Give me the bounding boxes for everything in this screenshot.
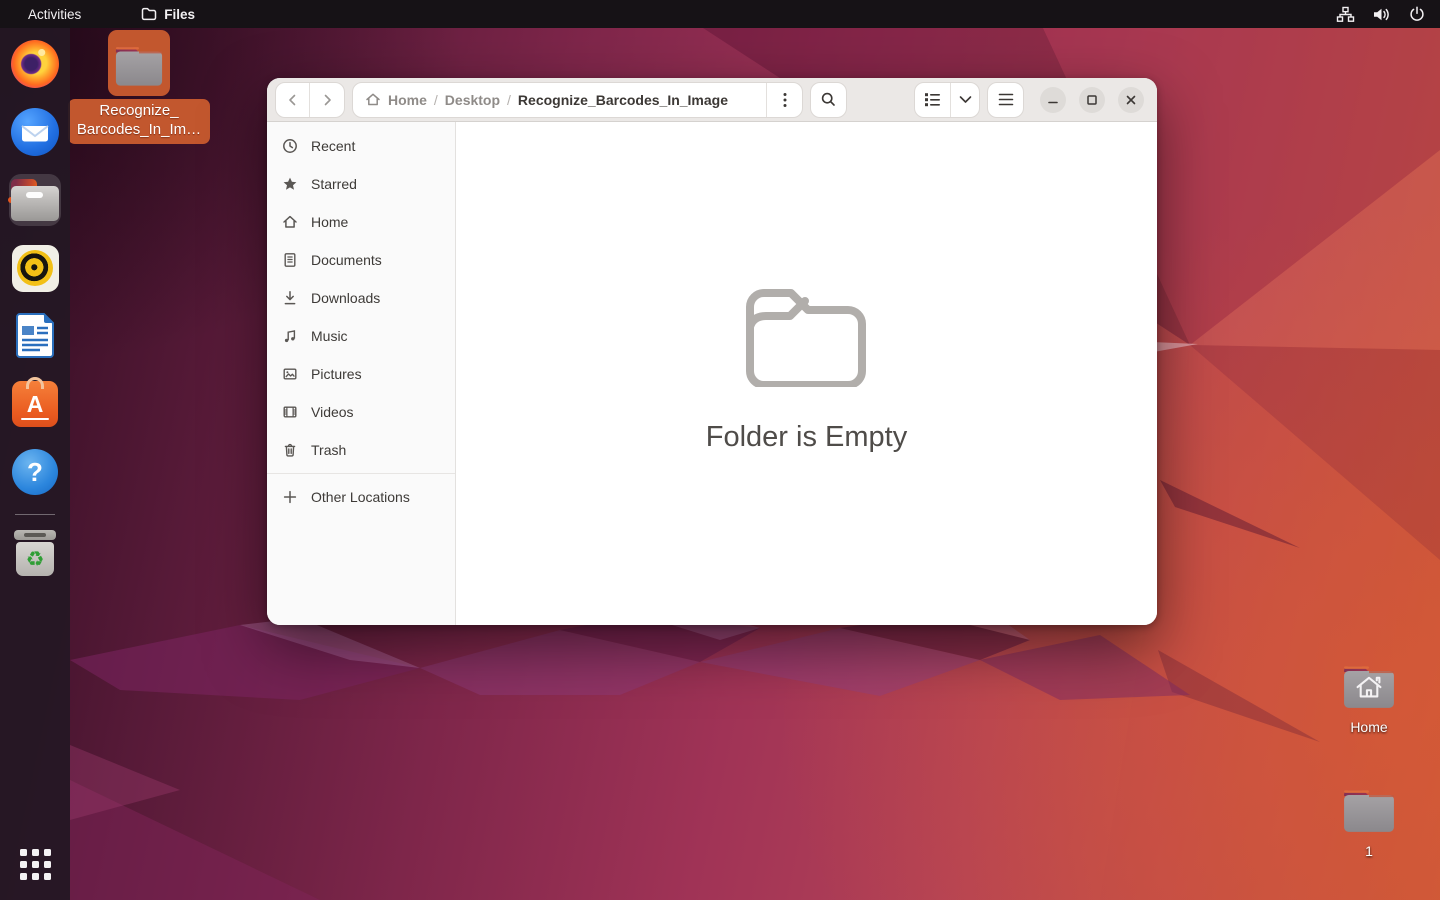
- maximize-button[interactable]: [1079, 87, 1105, 113]
- dock-rhythmbox[interactable]: [7, 240, 63, 296]
- dock-files[interactable]: [7, 172, 63, 228]
- folder-icon: [114, 41, 164, 86]
- app-menu-label: Files: [164, 7, 195, 22]
- power-icon[interactable]: [1408, 5, 1426, 23]
- desktop-icon-folder-1[interactable]: 1: [1334, 784, 1404, 860]
- nav-button-group: [275, 82, 345, 118]
- sidebar-item-recent[interactable]: Recent: [267, 127, 455, 165]
- window-controls: [1040, 87, 1144, 113]
- sidebar: Recent Starred Home Documents Downloads: [267, 122, 456, 625]
- close-button[interactable]: [1118, 87, 1144, 113]
- desktop-icon-home[interactable]: Home: [1334, 660, 1404, 736]
- recycle-glyph: ♻: [26, 547, 45, 572]
- rhythmbox-icon: [12, 245, 59, 292]
- view-button-group: [914, 82, 980, 118]
- path-separator: /: [507, 92, 511, 108]
- empty-state: Folder is Empty: [706, 281, 907, 454]
- desktop-icon-recognize-barcodes[interactable]: Recognize_ Barcodes_In_Im…: [72, 30, 206, 144]
- help-icon: ?: [12, 449, 58, 495]
- sidebar-item-trash[interactable]: Trash: [267, 431, 455, 469]
- thunderbird-icon: [11, 108, 59, 156]
- dock-help[interactable]: ?: [7, 444, 63, 500]
- dock-thunderbird[interactable]: [7, 104, 63, 160]
- desktop-icon-label: 1: [1365, 842, 1373, 860]
- star-icon: [282, 176, 298, 192]
- trash-dock-icon: ♻: [14, 530, 56, 576]
- empty-state-title: Folder is Empty: [706, 421, 907, 454]
- files-icon: [10, 179, 60, 221]
- path-menu-button[interactable]: [767, 83, 802, 117]
- sidebar-item-videos[interactable]: Videos: [267, 393, 455, 431]
- search-button[interactable]: [810, 82, 847, 118]
- empty-folder-icon: [740, 281, 872, 387]
- ubuntu-software-icon: A: [12, 381, 58, 427]
- back-button[interactable]: [276, 83, 310, 117]
- sidebar-item-documents[interactable]: Documents: [267, 241, 455, 279]
- view-options-button[interactable]: [951, 83, 979, 117]
- folder-icon: [1342, 784, 1396, 832]
- files-window: Home / Desktop / Recognize_Barcodes_In_I…: [267, 78, 1157, 625]
- document-icon: [282, 252, 298, 268]
- dock-trash[interactable]: ♻: [7, 525, 63, 581]
- system-tray: [1336, 5, 1426, 23]
- sidebar-item-downloads[interactable]: Downloads: [267, 279, 455, 317]
- window-body: Recent Starred Home Documents Downloads: [267, 122, 1157, 625]
- selected-icon-highlight: [108, 30, 170, 96]
- firefox-icon: [11, 40, 59, 88]
- network-icon[interactable]: [1336, 6, 1355, 23]
- sidebar-item-starred[interactable]: Starred: [267, 165, 455, 203]
- sidebar-item-home[interactable]: Home: [267, 203, 455, 241]
- volume-icon[interactable]: [1372, 6, 1391, 23]
- home-icon: [365, 92, 381, 107]
- dock: A ? ♻: [0, 28, 70, 900]
- app-menu-button[interactable]: Files: [133, 5, 203, 24]
- files-app-icon: [141, 7, 157, 21]
- dock-ubuntu-software[interactable]: A: [7, 376, 63, 432]
- sidebar-item-pictures[interactable]: Pictures: [267, 355, 455, 393]
- download-icon: [282, 290, 298, 306]
- selected-icon-label: Recognize_ Barcodes_In_Im…: [68, 99, 210, 144]
- list-view-button[interactable]: [915, 83, 951, 117]
- folder-content-area[interactable]: Folder is Empty: [456, 122, 1157, 625]
- activities-button[interactable]: Activities: [20, 5, 89, 24]
- desktop-icon-label: Home: [1350, 718, 1387, 736]
- sidebar-item-music[interactable]: Music: [267, 317, 455, 355]
- libreoffice-writer-icon: [13, 313, 57, 359]
- top-bar: Activities Files: [0, 0, 1440, 28]
- show-applications-icon: [20, 849, 51, 880]
- path-segment-current[interactable]: Recognize_Barcodes_In_Image: [518, 92, 728, 108]
- sidebar-separator: [267, 473, 455, 474]
- minimize-button[interactable]: [1040, 87, 1066, 113]
- plus-icon: [282, 489, 298, 505]
- dock-libreoffice-writer[interactable]: [7, 308, 63, 364]
- video-icon: [282, 404, 298, 420]
- main-menu-button[interactable]: [987, 82, 1024, 118]
- path-segment-home[interactable]: Home: [388, 92, 427, 108]
- sidebar-item-other-locations[interactable]: Other Locations: [267, 478, 455, 516]
- home-folder-icon: [1342, 660, 1396, 708]
- home-icon: [282, 214, 298, 230]
- show-applications-button[interactable]: [7, 836, 63, 892]
- dock-separator: [15, 514, 55, 515]
- picture-icon: [282, 366, 298, 382]
- headerbar: Home / Desktop / Recognize_Barcodes_In_I…: [267, 78, 1157, 122]
- path-separator: /: [434, 92, 438, 108]
- dock-firefox[interactable]: [7, 36, 63, 92]
- trash-icon: [282, 442, 298, 458]
- software-letter: A: [27, 391, 44, 418]
- recent-icon: [282, 138, 298, 154]
- path-bar[interactable]: Home / Desktop / Recognize_Barcodes_In_I…: [352, 82, 803, 118]
- music-icon: [282, 328, 298, 344]
- path-segment-desktop[interactable]: Desktop: [445, 92, 500, 108]
- forward-button[interactable]: [310, 83, 344, 117]
- help-question-mark: ?: [27, 457, 43, 488]
